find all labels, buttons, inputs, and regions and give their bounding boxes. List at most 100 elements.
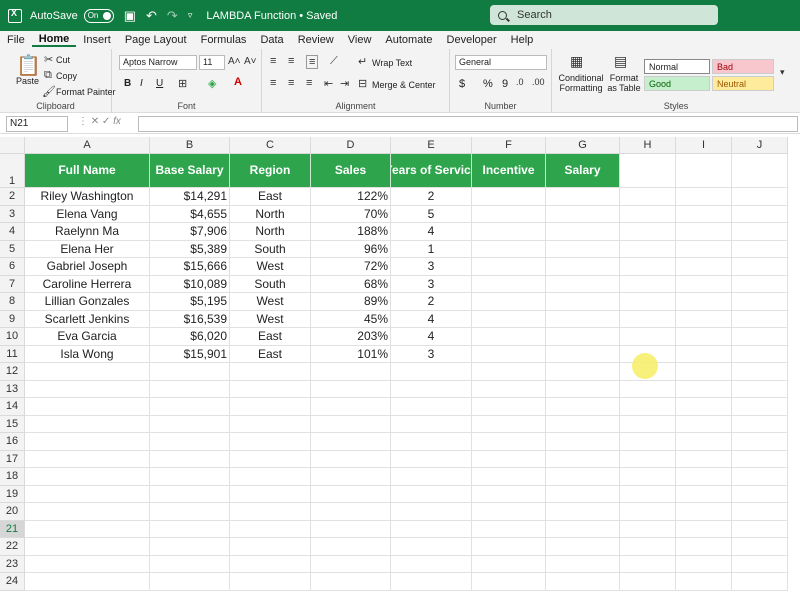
empty-cell[interactable] — [25, 415, 150, 433]
empty-cell[interactable] — [732, 503, 788, 521]
row-header-24[interactable]: 24 — [0, 573, 25, 591]
row-header-1[interactable]: 1 — [0, 154, 25, 188]
empty-cell[interactable] — [391, 468, 472, 486]
empty-cell[interactable] — [676, 485, 732, 503]
empty-cell[interactable] — [676, 380, 732, 398]
save-icon[interactable]: ▣ — [124, 8, 136, 24]
empty-cell[interactable] — [676, 310, 732, 328]
fill-color-icon[interactable]: ◈ — [208, 77, 216, 90]
table-cell[interactable] — [546, 275, 620, 293]
empty-cell[interactable] — [620, 293, 676, 311]
font-color-icon[interactable]: A — [234, 76, 242, 88]
tab-home[interactable]: Home — [31, 33, 77, 47]
bold-button[interactable]: B — [124, 78, 131, 89]
font-name-select[interactable]: Aptos Narrow — [119, 55, 197, 70]
empty-cell[interactable] — [620, 503, 676, 521]
table-cell[interactable] — [472, 188, 546, 206]
table-cell[interactable] — [546, 258, 620, 276]
tab-file[interactable]: File — [0, 34, 32, 46]
empty-cell[interactable] — [311, 380, 391, 398]
table-cell[interactable]: $7,906 — [150, 223, 230, 241]
increase-decimal-icon[interactable]: .0 — [516, 77, 524, 87]
empty-cell[interactable] — [150, 380, 230, 398]
empty-cell[interactable] — [311, 468, 391, 486]
table-cell[interactable]: $5,195 — [150, 293, 230, 311]
copy-icon[interactable]: ⧉ — [44, 69, 52, 82]
document-title[interactable]: LAMBDA Function • Saved — [206, 10, 337, 22]
underline-button[interactable]: U — [156, 78, 163, 89]
empty-cell[interactable] — [732, 328, 788, 346]
empty-cell[interactable] — [230, 433, 311, 451]
empty-cell[interactable] — [732, 223, 788, 241]
empty-cell[interactable] — [676, 240, 732, 258]
wrap-text-button[interactable]: Wrap Text — [372, 58, 412, 68]
table-cell[interactable] — [472, 258, 546, 276]
tab-automate[interactable]: Automate — [378, 34, 439, 46]
empty-cell[interactable] — [150, 555, 230, 573]
empty-cell[interactable] — [311, 555, 391, 573]
table-cell[interactable]: 122% — [311, 188, 391, 206]
style-neutral[interactable]: Neutral — [712, 76, 774, 91]
tab-developer[interactable]: Developer — [440, 34, 504, 46]
tab-formulas[interactable]: Formulas — [194, 34, 254, 46]
table-cell[interactable]: 3 — [391, 258, 472, 276]
style-normal[interactable]: Normal — [644, 59, 710, 74]
table-cell[interactable] — [472, 205, 546, 223]
empty-cell[interactable] — [546, 363, 620, 381]
empty-cell[interactable] — [230, 468, 311, 486]
formula-input[interactable] — [138, 116, 798, 132]
empty-cell[interactable] — [230, 398, 311, 416]
empty-cell[interactable] — [620, 485, 676, 503]
empty-cell[interactable] — [732, 555, 788, 573]
empty-cell[interactable] — [472, 485, 546, 503]
table-cell[interactable]: Elena Her — [25, 240, 150, 258]
orientation-icon[interactable]: ⟋ — [330, 55, 338, 68]
table-cell[interactable] — [472, 345, 546, 363]
align-middle-icon[interactable]: ≡ — [288, 55, 294, 67]
empty-cell[interactable] — [732, 485, 788, 503]
empty-cell[interactable] — [391, 363, 472, 381]
empty-cell[interactable] — [391, 573, 472, 591]
empty-cell[interactable] — [311, 573, 391, 591]
table-cell[interactable] — [472, 240, 546, 258]
paste-icon[interactable]: 📋 — [16, 53, 41, 78]
row-header-8[interactable]: 8 — [0, 293, 25, 311]
column-header-e[interactable]: E — [391, 137, 472, 154]
empty-cell[interactable] — [620, 573, 676, 591]
empty-cell[interactable] — [732, 240, 788, 258]
table-cell[interactable]: 89% — [311, 293, 391, 311]
empty-cell[interactable] — [230, 538, 311, 556]
table-cell[interactable]: 96% — [311, 240, 391, 258]
empty-cell[interactable] — [620, 450, 676, 468]
empty-cell[interactable] — [391, 380, 472, 398]
align-left-icon[interactable]: ≡ — [270, 77, 276, 89]
empty-cell[interactable] — [230, 555, 311, 573]
empty-cell[interactable] — [546, 415, 620, 433]
decrease-font-icon[interactable]: A˅ — [244, 56, 257, 67]
empty-cell[interactable] — [150, 503, 230, 521]
empty-cell[interactable] — [676, 363, 732, 381]
row-header-23[interactable]: 23 — [0, 555, 25, 573]
table-cell[interactable]: West — [230, 293, 311, 311]
table-cell[interactable] — [546, 240, 620, 258]
format-as-table-button[interactable]: Format as Table — [604, 73, 644, 93]
table-header-1[interactable]: Base Salary — [150, 154, 230, 188]
empty-cell[interactable] — [620, 205, 676, 223]
empty-cell[interactable] — [472, 503, 546, 521]
empty-cell[interactable] — [150, 468, 230, 486]
empty-cell[interactable] — [732, 345, 788, 363]
table-cell[interactable]: $5,389 — [150, 240, 230, 258]
table-cell[interactable]: 70% — [311, 205, 391, 223]
table-cell[interactable]: Eva Garcia — [25, 328, 150, 346]
empty-cell[interactable] — [676, 555, 732, 573]
name-box[interactable]: N21 — [6, 116, 68, 132]
table-cell[interactable]: $16,539 — [150, 310, 230, 328]
row-header-16[interactable]: 16 — [0, 433, 25, 451]
table-cell[interactable]: 1 — [391, 240, 472, 258]
table-cell[interactable]: Riley Washington — [25, 188, 150, 206]
table-cell[interactable] — [546, 345, 620, 363]
empty-cell[interactable] — [546, 555, 620, 573]
row-header-12[interactable]: 12 — [0, 363, 25, 381]
empty-cell[interactable] — [732, 380, 788, 398]
table-cell[interactable]: 5 — [391, 205, 472, 223]
